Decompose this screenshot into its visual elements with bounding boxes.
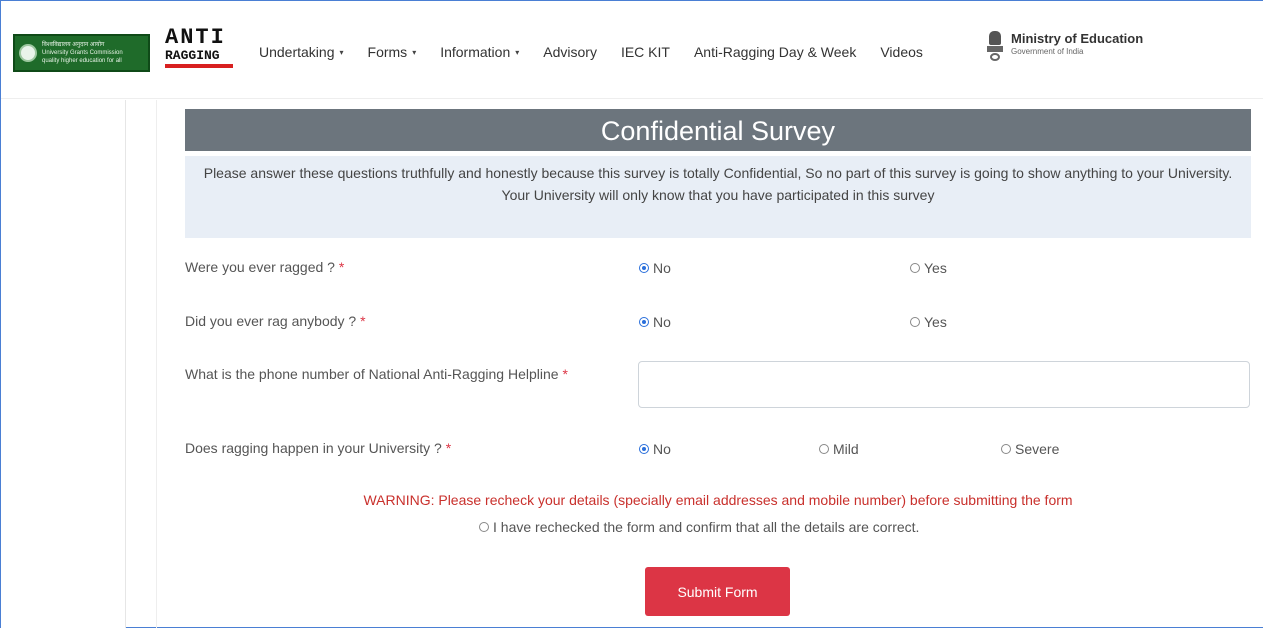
radio-unchecked-icon[interactable] xyxy=(910,263,920,273)
q2-option-no-label: No xyxy=(653,314,671,330)
notice-line-2: Your University will only know that you … xyxy=(501,187,935,203)
chevron-down-icon: ▾ xyxy=(339,47,344,57)
nav-iec-kit[interactable]: IEC KIT xyxy=(621,44,670,60)
nav-forms-label: Forms xyxy=(367,44,408,60)
confirm-checkbox[interactable]: I have rechecked the form and confirm th… xyxy=(479,519,919,535)
q4-option-no-label: No xyxy=(653,441,671,457)
q4-option-mild-label: Mild xyxy=(833,441,859,457)
ministry-text: Ministry of Education Government of Indi… xyxy=(1011,31,1143,56)
q4-option-no[interactable]: No xyxy=(639,441,671,457)
nav-advisory[interactable]: Advisory xyxy=(543,44,597,60)
national-emblem-icon xyxy=(985,31,1005,65)
header: विश्वविद्यालय अनुदान आयोग University Gra… xyxy=(1,1,1263,99)
survey-notice: Please answer these questions truthfully… xyxy=(185,156,1251,238)
required-mark: * xyxy=(445,440,452,456)
warning-message: WARNING: Please recheck your details (sp… xyxy=(363,492,1073,508)
q1-option-no-label: No xyxy=(653,260,671,276)
content-gutter xyxy=(127,100,157,628)
radio-unchecked-icon[interactable] xyxy=(819,444,829,454)
left-gutter xyxy=(1,100,126,628)
page-title: Confidential Survey xyxy=(185,109,1251,151)
q1-label-text: Were you ever ragged ? xyxy=(185,259,335,275)
nav-advisory-label: Advisory xyxy=(543,44,597,60)
q2-label: Did you ever rag anybody ? * xyxy=(185,313,366,329)
nav-videos[interactable]: Videos xyxy=(880,44,923,60)
q4-option-mild[interactable]: Mild xyxy=(819,441,859,457)
q4-label-text: Does ragging happen in your University ? xyxy=(185,440,442,456)
required-mark: * xyxy=(360,313,366,329)
ugc-line-tagline: quality higher education for all xyxy=(42,58,122,64)
ministry-title: Ministry of Education xyxy=(1011,31,1144,46)
confirm-label: I have rechecked the form and confirm th… xyxy=(493,519,920,535)
nav-undertaking-label: Undertaking xyxy=(259,44,335,60)
nav-information[interactable]: Information ▾ xyxy=(440,44,519,60)
nav-undertaking[interactable]: Undertaking ▾ xyxy=(259,44,344,60)
notice-line-1: Please answer these questions truthfully… xyxy=(203,165,1233,181)
q2-option-yes[interactable]: Yes xyxy=(910,314,947,330)
q4-option-severe-label: Severe xyxy=(1015,441,1060,457)
nav-anti-ragging-day-label: Anti-Ragging Day & Week xyxy=(693,44,857,60)
q1-option-yes[interactable]: Yes xyxy=(910,260,947,276)
nav-iec-kit-label: IEC KIT xyxy=(620,44,670,60)
main-nav: Undertaking ▾ Forms ▾ Information ▾ Advi… xyxy=(259,44,947,60)
anti-ragging-logo[interactable]: ANTI RAGGING xyxy=(165,27,235,73)
helpline-phone-input[interactable] xyxy=(638,361,1250,408)
q2-label-text: Did you ever rag anybody ? xyxy=(185,313,357,329)
ugc-emblem-icon xyxy=(19,44,37,62)
anti-logo-underline xyxy=(165,64,233,68)
ministry-subtitle: Government of India xyxy=(1011,47,1084,56)
q3-label: What is the phone number of National Ant… xyxy=(185,366,568,382)
q2-option-yes-label: Yes xyxy=(924,314,947,330)
chevron-down-icon: ▾ xyxy=(412,47,417,57)
q1-option-no[interactable]: No xyxy=(639,260,671,276)
radio-unchecked-icon[interactable] xyxy=(1001,444,1011,454)
nav-anti-ragging-day[interactable]: Anti-Ragging Day & Week xyxy=(694,44,856,60)
ugc-line-hindi: विश्वविद्यालय अनुदान आयोग xyxy=(42,42,105,48)
q3-label-text: What is the phone number of National Ant… xyxy=(185,366,559,382)
nav-forms[interactable]: Forms ▾ xyxy=(368,44,417,60)
radio-checked-icon[interactable] xyxy=(639,444,649,454)
nav-videos-label: Videos xyxy=(880,44,923,60)
q1-option-yes-label: Yes xyxy=(924,260,947,276)
radio-unchecked-icon[interactable] xyxy=(479,522,489,532)
q2-option-no[interactable]: No xyxy=(639,314,671,330)
q4-option-severe[interactable]: Severe xyxy=(1001,441,1059,457)
ugc-line-english: University Grants Commission xyxy=(42,50,123,56)
submit-form-button[interactable]: Submit Form xyxy=(645,567,790,616)
ugc-logo-text: विश्वविद्यालय अनुदान आयोग University Gra… xyxy=(42,41,123,65)
nav-information-label: Information xyxy=(440,44,511,60)
radio-unchecked-icon[interactable] xyxy=(910,317,920,327)
ugc-logo[interactable]: विश्वविद्यालय अनुदान आयोग University Gra… xyxy=(13,34,150,72)
required-mark: * xyxy=(338,259,345,275)
chevron-down-icon: ▾ xyxy=(515,47,520,57)
radio-checked-icon[interactable] xyxy=(639,263,649,273)
anti-logo-top: ANTI xyxy=(165,25,226,50)
ministry-logo[interactable]: Ministry of Education Government of Indi… xyxy=(985,31,1143,65)
q1-label: Were you ever ragged ? * xyxy=(185,259,344,275)
required-mark: * xyxy=(562,366,568,382)
q4-label: Does ragging happen in your University ?… xyxy=(185,440,451,456)
anti-logo-bottom: RAGGING xyxy=(165,48,220,63)
radio-checked-icon[interactable] xyxy=(639,317,649,327)
